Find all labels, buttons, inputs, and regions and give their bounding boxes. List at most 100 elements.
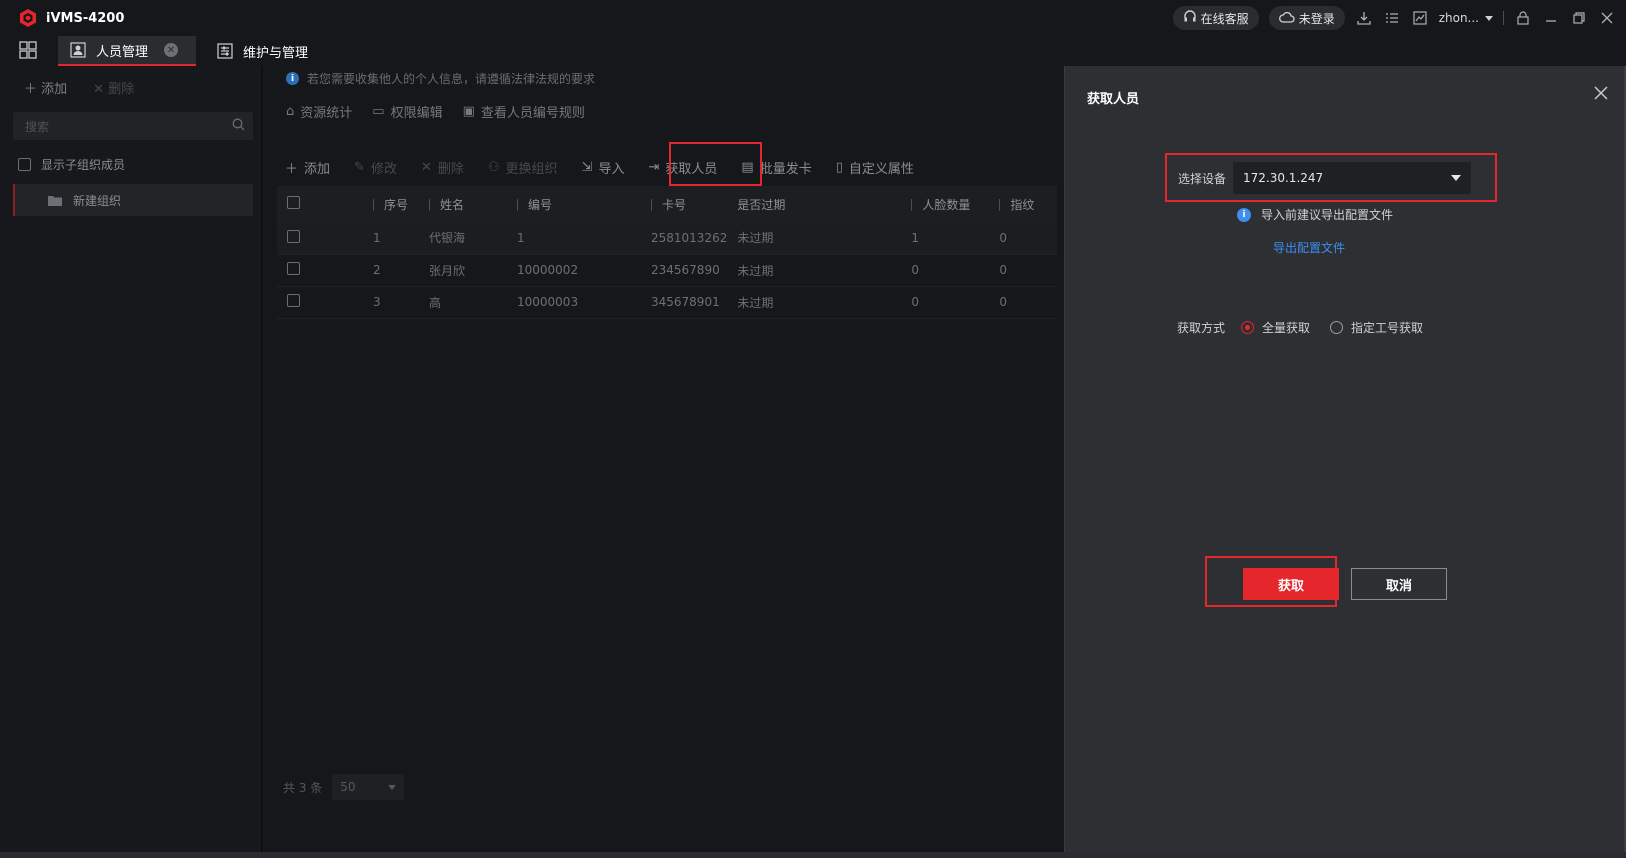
table-cell: 高	[419, 286, 507, 319]
login-status-button[interactable]: 未登录	[1268, 6, 1345, 30]
import-button[interactable]: ⇲ 导入	[582, 158, 625, 177]
id-rule-label: 查看人员编号规则	[480, 106, 585, 121]
fetch-method-group: 获取方式 全量获取 指定工号获取	[1177, 319, 1423, 336]
checkbox[interactable]	[18, 158, 31, 171]
export-config-link[interactable]: 导出配置文件	[1273, 239, 1345, 256]
headset-icon	[1183, 9, 1197, 27]
user-menu[interactable]: zhon...	[1439, 11, 1493, 25]
table-row[interactable]: 1 代银海 1 2581013262 未过期 1 0	[277, 222, 1057, 255]
dialog-close-icon[interactable]	[1592, 84, 1610, 102]
image-icon: ▣	[462, 104, 475, 119]
close-icon[interactable]	[1598, 9, 1616, 27]
table-row[interactable]: 3 高 10000003 345678901 未过期 0 0	[277, 286, 1057, 319]
column-header[interactable]: 人脸数量	[901, 186, 990, 222]
row-checkbox-cell	[277, 286, 363, 319]
table-cell: 0	[901, 254, 990, 287]
org-search-input[interactable]: 搜索	[13, 112, 253, 140]
divider	[1503, 11, 1504, 25]
sidebar-delete-label: 删除	[108, 82, 135, 97]
tab-bar: 人员管理 ✕ 维护与管理	[0, 36, 1626, 66]
table-cell: 0	[989, 254, 1057, 287]
app-logo-icon	[20, 9, 36, 27]
table-cell: 未过期	[727, 286, 902, 319]
notice-text: 若您需要收集他人的个人信息，请遵循法律法规的要求	[307, 72, 596, 86]
privacy-notice: i 若您需要收集他人的个人信息，请遵循法律法规的要求	[286, 70, 595, 87]
import-icon: ⇲	[581, 159, 593, 175]
sub-toolbar: ⌂ 资源统计 ▭ 权限编辑 ▣ 查看人员编号规则	[286, 102, 585, 121]
folder-icon	[48, 195, 62, 206]
sidebar-delete-button[interactable]: ✕ 删除	[93, 78, 134, 97]
permission-edit-button[interactable]: ▭ 权限编辑	[372, 102, 442, 121]
minimize-icon[interactable]	[1542, 9, 1560, 27]
app-brand: iVMS-4200	[18, 8, 124, 28]
page-size-value: 50	[340, 780, 356, 794]
show-sub-members-label: 显示子组织成员	[41, 158, 126, 172]
confirm-get-button[interactable]: 获取	[1243, 568, 1339, 600]
radio-specific-label[interactable]: 指定工号获取	[1351, 319, 1423, 336]
column-header[interactable]: 卡号	[641, 186, 728, 222]
chart-icon[interactable]	[1411, 9, 1429, 27]
column-header[interactable]: 姓名	[419, 186, 507, 222]
show-sub-members-checkbox[interactable]: 显示子组织成员	[18, 156, 125, 173]
status-strip	[0, 852, 1626, 858]
edit-person-button[interactable]: ✎ 修改	[354, 158, 397, 177]
row-checkbox[interactable]	[287, 262, 300, 275]
table-cell: 1	[363, 222, 419, 255]
org-tree-item[interactable]: 新建组织	[13, 184, 253, 216]
search-icon[interactable]	[232, 118, 245, 134]
batch-card-label: 批量发卡	[759, 161, 812, 177]
table-cell: 0	[989, 286, 1057, 319]
row-checkbox[interactable]	[287, 229, 300, 243]
export-hint: i 导入前建议导出配置文件	[1237, 206, 1393, 223]
title-bar: iVMS-4200 在线客服 未登录 zhon...	[0, 0, 1626, 36]
radio-all[interactable]	[1241, 321, 1255, 334]
column-header[interactable]: 指纹	[989, 186, 1057, 222]
organization-sidebar: ＋ 添加 ✕ 删除 搜索 显示子组织成员 新建组织	[0, 66, 262, 858]
org-name: 新建组织	[73, 193, 122, 208]
restore-icon[interactable]	[1570, 9, 1588, 27]
cloud-icon	[1278, 11, 1295, 26]
sidebar-add-label: 添加	[41, 82, 68, 97]
plus-icon: ＋	[285, 161, 299, 177]
add-person-button[interactable]: ＋ 添加	[285, 158, 330, 177]
radio-specific[interactable]	[1330, 321, 1344, 334]
list-icon[interactable]	[1383, 9, 1401, 27]
lock-icon[interactable]	[1514, 9, 1532, 27]
tab-close-icon[interactable]: ✕	[164, 43, 179, 57]
page-size-select[interactable]: 50	[332, 774, 405, 800]
document-icon: ▯	[835, 159, 843, 175]
table-cell: 2581013262	[641, 222, 728, 255]
edit-label: 修改	[370, 161, 397, 177]
import-label: 导入	[598, 161, 625, 177]
row-checkbox[interactable]	[287, 294, 300, 307]
tab-person-management[interactable]: 人员管理 ✕	[58, 36, 196, 66]
table-cell: 2	[363, 254, 419, 287]
delete-person-button[interactable]: ✕ 删除	[421, 158, 464, 177]
select-all-header	[277, 186, 363, 222]
id-rule-button[interactable]: ▣ 查看人员编号规则	[463, 102, 585, 121]
table-cell: 10000002	[507, 254, 641, 287]
apps-grid-icon[interactable]	[19, 41, 37, 59]
table-cell: 3	[363, 286, 419, 319]
change-org-button[interactable]: ⚇ 更换组织	[488, 158, 558, 177]
device-select[interactable]: 172.30.1.247	[1233, 162, 1471, 194]
table-row[interactable]: 2 张月欣 10000002 234567890 未过期 0 0	[277, 254, 1057, 287]
column-header[interactable]: 是否过期	[727, 186, 902, 222]
resource-stats-button[interactable]: ⌂ 资源统计	[286, 102, 352, 121]
tab-maintenance[interactable]: 维护与管理	[205, 36, 320, 66]
download-icon[interactable]	[1355, 9, 1373, 27]
sidebar-add-button[interactable]: ＋ 添加	[24, 78, 67, 97]
person-table: 序号 姓名 编号 卡号 是否过期 人脸数量 指纹 1 代银海 1 2581013…	[277, 186, 1057, 319]
radio-all-label[interactable]: 全量获取	[1262, 319, 1310, 336]
select-all-checkbox[interactable]	[287, 196, 300, 209]
column-header[interactable]: 编号	[507, 186, 641, 222]
get-persons-icon: ⇥	[648, 159, 660, 175]
cancel-button[interactable]: 取消	[1351, 568, 1447, 600]
resource-stats-label: 资源统计	[300, 106, 353, 121]
online-service-button[interactable]: 在线客服	[1172, 6, 1259, 30]
custom-attr-button[interactable]: ▯ 自定义属性	[836, 158, 914, 177]
search-placeholder: 搜索	[25, 120, 50, 134]
hint-text: 导入前建议导出配置文件	[1261, 208, 1394, 222]
column-header[interactable]: 序号	[363, 186, 419, 222]
table-cell: 0	[989, 222, 1057, 255]
